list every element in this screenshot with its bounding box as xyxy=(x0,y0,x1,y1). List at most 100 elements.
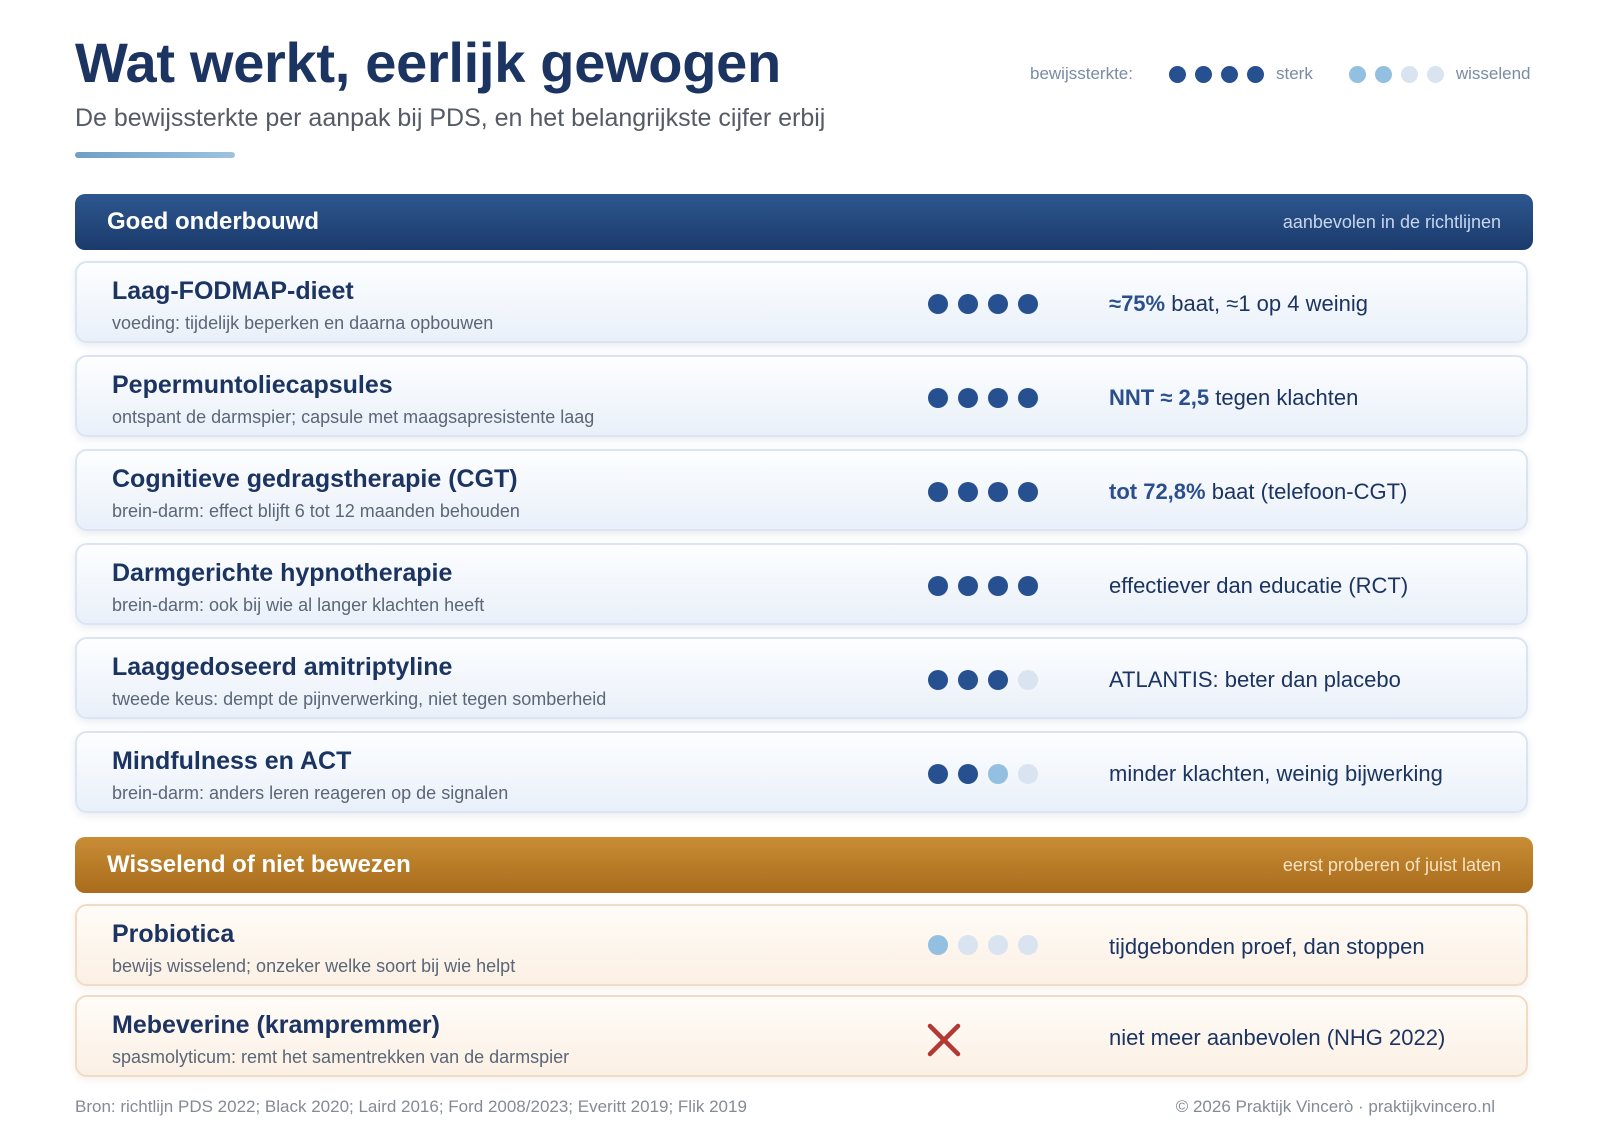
key-figure-text: ATLANTIS: beter dan placebo xyxy=(1109,667,1401,692)
key-figure: tijdgebonden proef, dan stoppen xyxy=(1109,934,1425,960)
evidence-dot-icon xyxy=(958,935,978,955)
evidence-dots xyxy=(928,670,1038,690)
evidence-dots xyxy=(928,388,1038,408)
approach-card: Laag-FODMAP-dieet voeding: tijdelijk bep… xyxy=(75,261,1528,343)
evidence-dot-icon xyxy=(958,482,978,502)
approach-description: voeding: tijdelijk beperken en daarna op… xyxy=(112,313,494,333)
legend-mixed-label: wisselend xyxy=(1455,64,1531,83)
evidence-dot-icon xyxy=(1018,935,1038,955)
evidence-dot-icon xyxy=(958,294,978,314)
approach-name: Pepermuntoliecapsules xyxy=(112,371,393,399)
evidence-dot-icon xyxy=(928,294,948,314)
evidence-dots xyxy=(928,935,1038,955)
page-subtitle: De bewijssterkte per aanpak bij PDS, en … xyxy=(75,104,826,132)
evidence-dot-icon xyxy=(1018,764,1038,784)
evidence-legend: bewijssterkte: sterk wisselend xyxy=(1030,64,1530,84)
approach-name: Mindfulness en ACT xyxy=(112,747,352,775)
copyright-note: © 2026 Praktijk Vincerò · praktijkvincer… xyxy=(1175,1097,1495,1116)
evidence-dot-icon xyxy=(988,482,1008,502)
section-header-well-supported: Goed onderbouwd aanbevolen in de richtli… xyxy=(75,194,1533,250)
legend-dot-icon xyxy=(1400,65,1418,83)
legend-dot-icon xyxy=(1374,65,1392,83)
approach-name: Mebeverine (krampremmer) xyxy=(112,1011,440,1039)
evidence-dot-icon xyxy=(1018,576,1038,596)
section-title: Goed onderbouwd xyxy=(107,208,319,235)
page-title: Wat werkt, eerlijk gewogen xyxy=(75,31,781,94)
key-figure: ≈75% baat, ≈1 op 4 weinig xyxy=(1109,291,1368,317)
key-figure: tot 72,8% baat (telefoon-CGT) xyxy=(1109,479,1407,505)
key-figure-highlight: tot 72,8% xyxy=(1109,479,1206,504)
approach-description: brein-darm: ook bij wie al langer klacht… xyxy=(112,595,485,615)
not-recommended-cross-icon xyxy=(927,1023,961,1057)
evidence-dot-icon xyxy=(958,388,978,408)
approach-card: Probiotica bewijs wisselend; onzeker wel… xyxy=(75,904,1528,986)
evidence-dot-icon xyxy=(1018,388,1038,408)
legend-dot-icon xyxy=(1348,65,1366,83)
evidence-dot-icon xyxy=(958,576,978,596)
legend-dot-icon xyxy=(1168,65,1186,83)
approach-description: spasmolyticum: remt het samentrekken van… xyxy=(112,1047,570,1067)
section-note: eerst proberen of juist laten xyxy=(1282,854,1501,875)
title-accent-bar xyxy=(75,152,235,158)
approach-description: tweede keus: dempt de pijnverwerking, ni… xyxy=(112,689,607,709)
key-figure-text: effectiever dan educatie (RCT) xyxy=(1109,573,1409,598)
evidence-dot-icon xyxy=(1018,670,1038,690)
section-title: Wisselend of niet bewezen xyxy=(107,851,411,878)
approach-name: Laag-FODMAP-dieet xyxy=(112,277,354,305)
key-figure-text: baat, ≈1 op 4 weinig xyxy=(1165,291,1368,316)
evidence-dot-icon xyxy=(928,935,948,955)
approach-card: Mebeverine (krampremmer) spasmolyticum: … xyxy=(75,995,1528,1077)
evidence-dot-icon xyxy=(1018,482,1038,502)
evidence-dot-icon xyxy=(1018,294,1038,314)
legend-dot-icon xyxy=(1220,65,1238,83)
approach-card: Pepermuntoliecapsules ontspant de darmsp… xyxy=(75,355,1528,437)
approach-name: Cognitieve gedragstherapie (CGT) xyxy=(112,465,518,493)
evidence-dot-icon xyxy=(928,670,948,690)
evidence-dot-icon xyxy=(958,764,978,784)
approach-card: Darmgerichte hypnotherapie brein-darm: o… xyxy=(75,543,1528,625)
evidence-dot-icon xyxy=(928,388,948,408)
key-figure-text: tijdgebonden proef, dan stoppen xyxy=(1109,934,1425,959)
legend-strong-label: sterk xyxy=(1275,64,1313,83)
evidence-dot-icon xyxy=(928,576,948,596)
approach-name: Probiotica xyxy=(112,920,235,948)
evidence-dots xyxy=(928,482,1038,502)
evidence-dot-icon xyxy=(988,670,1008,690)
evidence-dots xyxy=(928,764,1038,784)
key-figure: niet meer aanbevolen (NHG 2022) xyxy=(1109,1025,1445,1051)
evidence-dot-icon xyxy=(958,670,978,690)
key-figure-text: minder klachten, weinig bijwerking xyxy=(1109,761,1443,786)
approach-card: Cognitieve gedragstherapie (CGT) brein-d… xyxy=(75,449,1528,531)
source-note: Bron: richtlijn PDS 2022; Black 2020; La… xyxy=(75,1097,747,1116)
section-header-mixed-evidence: Wisselend of niet bewezen eerst proberen… xyxy=(75,837,1533,893)
legend-dot-icon xyxy=(1426,65,1444,83)
approach-name: Darmgerichte hypnotherapie xyxy=(112,559,453,587)
legend-label: bewijssterkte: xyxy=(1030,64,1133,83)
approach-name: Laaggedoseerd amitriptyline xyxy=(112,653,453,681)
key-figure: effectiever dan educatie (RCT) xyxy=(1109,573,1408,599)
approach-description: brein-darm: effect blijft 6 tot 12 maand… xyxy=(112,501,520,521)
key-figure-text: tegen klachten xyxy=(1209,385,1359,410)
approach-description: brein-darm: anders leren reageren op de … xyxy=(112,783,509,803)
section-note: aanbevolen in de richtlijnen xyxy=(1282,211,1501,232)
evidence-dot-icon xyxy=(928,482,948,502)
evidence-dot-icon xyxy=(988,576,1008,596)
evidence-dot-icon xyxy=(988,764,1008,784)
key-figure-highlight: ≈75% xyxy=(1109,291,1166,316)
approach-card: Laaggedoseerd amitriptyline tweede keus:… xyxy=(75,637,1528,719)
evidence-dots xyxy=(928,294,1038,314)
legend-mixed-dots xyxy=(1348,65,1444,83)
evidence-dot-icon xyxy=(928,764,948,784)
key-figure-text: niet meer aanbevolen (NHG 2022) xyxy=(1109,1025,1446,1050)
evidence-dot-icon xyxy=(988,935,1008,955)
evidence-dot-icon xyxy=(988,294,1008,314)
evidence-dots xyxy=(928,576,1038,596)
legend-dot-icon xyxy=(1194,65,1212,83)
key-figure-text: baat (telefoon-CGT) xyxy=(1205,479,1408,504)
key-figure: minder klachten, weinig bijwerking xyxy=(1109,761,1443,787)
approach-description: bewijs wisselend; onzeker welke soort bi… xyxy=(112,956,516,976)
legend-strong-dots xyxy=(1168,65,1264,83)
legend-dot-icon xyxy=(1246,65,1264,83)
approach-description: ontspant de darmspier; capsule met maags… xyxy=(112,407,595,427)
approach-card: Mindfulness en ACT brein-darm: anders le… xyxy=(75,731,1528,813)
